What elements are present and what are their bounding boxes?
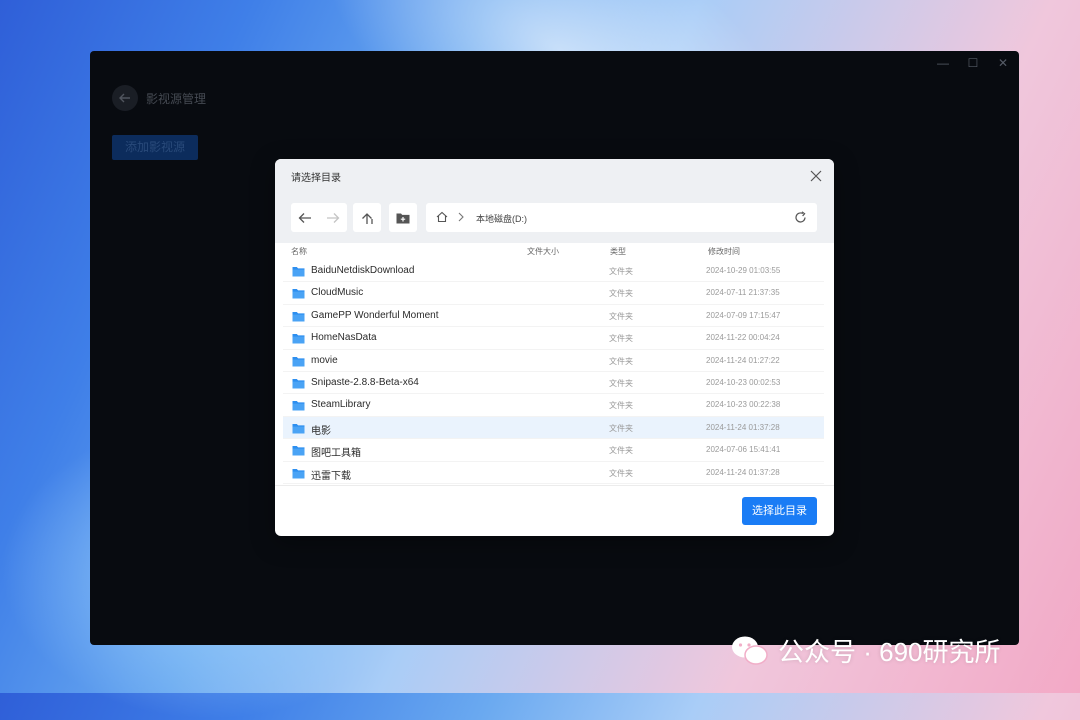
file-name: CloudMusic (311, 287, 364, 299)
file-name: HomeNasData (311, 332, 377, 344)
back-arrow-icon (119, 93, 130, 103)
table-row[interactable]: CloudMusic 文件夹 2024-07-11 21:37:35 (283, 282, 824, 305)
file-modified: 2024-11-24 01:27:22 (706, 355, 780, 365)
file-type: 文件夹 (609, 378, 633, 388)
table-row[interactable]: Snipaste-2.8.8-Beta-x64 文件夹 2024-10-23 00:… (283, 372, 824, 395)
home-icon[interactable] (436, 211, 448, 223)
file-type: 文件夹 (609, 311, 633, 321)
minimize-button[interactable]: — (937, 57, 949, 69)
file-modified: 2024-07-11 21:37:35 (706, 288, 780, 298)
select-directory-dialog: 请选择目录 本地磁盘(D:) 名称 文件大小 类型 修改时间 BaiduNetd… (275, 159, 834, 536)
table-row[interactable]: 电影 文件夹 2024-11-24 01:37:28 (283, 416, 824, 440)
path-bar[interactable]: 本地磁盘(D:) (426, 203, 817, 232)
table-row[interactable]: 迅雷下载 文件夹 2024-11-24 01:37:28 (283, 462, 824, 484)
folder-icon (292, 468, 305, 479)
folder-icon (292, 378, 305, 389)
table-row[interactable]: SteamLibrary 文件夹 2024-10-23 00:22:38 (283, 394, 824, 417)
file-name: BaiduNetdiskDownload (311, 265, 415, 276)
folder-icon (292, 334, 305, 344)
file-modified: 2024-11-22 00:04:24 (706, 333, 780, 343)
folder-icon (292, 311, 305, 322)
column-header-modified[interactable]: 修改时间 (708, 246, 740, 257)
folder-icon (292, 289, 305, 299)
folder-icon (292, 446, 305, 456)
forward-arrow-icon (327, 212, 340, 223)
file-type: 文件夹 (609, 468, 633, 478)
column-header-type[interactable]: 类型 (610, 246, 626, 257)
file-modified: 2024-07-06 15:41:41 (706, 445, 781, 455)
file-name: SteamLibrary (311, 399, 371, 411)
new-folder-icon (396, 213, 410, 223)
file-name: 迅雷下载 (311, 470, 351, 482)
file-type: 文件夹 (609, 423, 633, 433)
window-controls: — ☐ ✕ (937, 57, 1009, 69)
file-name: GamePP Wonderful Moment (311, 309, 439, 321)
file-modified: 2024-10-23 00:22:38 (706, 400, 781, 410)
up-level-icon (362, 212, 373, 224)
file-modified: 2024-11-24 01:37:28 (706, 467, 780, 477)
column-header-size[interactable]: 文件大小 (527, 246, 559, 257)
new-folder-button[interactable] (389, 203, 417, 232)
chevron-right-icon (458, 212, 464, 222)
close-icon[interactable] (808, 168, 824, 184)
file-modified: 2024-10-23 00:02:53 (706, 377, 781, 387)
watermark-text: 公众号 · 690研究所 (778, 637, 1001, 667)
back-button[interactable] (112, 85, 138, 111)
table-row[interactable]: GamePP Wonderful Moment 文件夹 2024-07-09 17:… (283, 305, 824, 328)
file-name: Snipaste-2.8.8-Beta-x64 (311, 376, 419, 388)
path-segment[interactable]: 本地磁盘(D:) (476, 212, 527, 225)
file-modified: 2024-10-29 01:03:55 (706, 266, 781, 275)
table-row[interactable]: HomeNasData 文件夹 2024-11-22 00:04:24 (283, 327, 824, 350)
file-type: 文件夹 (609, 267, 633, 276)
file-name: 电影 (311, 425, 331, 437)
maximize-button[interactable]: ☐ (967, 57, 979, 69)
file-modified: 2024-11-24 01:37:28 (706, 422, 780, 432)
table-row[interactable]: BaiduNetdiskDownload 文件夹 2024-10-29 01:03:… (283, 260, 824, 283)
table-row[interactable]: movie 文件夹 2024-11-24 01:27:22 (283, 350, 824, 372)
history-nav (291, 203, 347, 232)
back-arrow-icon (298, 212, 311, 223)
folder-icon (292, 267, 305, 277)
close-window-button[interactable]: ✕ (997, 57, 1009, 69)
table-row[interactable]: 图吧工具箱 文件夹 2024-07-06 15:41:41 (283, 439, 824, 462)
folder-icon (292, 401, 305, 411)
wechat-icon (732, 636, 768, 665)
refresh-icon[interactable] (794, 211, 807, 224)
file-type: 文件夹 (609, 289, 633, 299)
file-type: 文件夹 (609, 334, 633, 344)
file-type: 文件夹 (609, 401, 633, 411)
folder-icon (292, 356, 305, 367)
folder-icon (292, 423, 305, 434)
watermark: 公众号 · 690研究所 (730, 632, 1001, 669)
file-name: 图吧工具箱 (311, 448, 361, 460)
up-level-button[interactable] (353, 203, 381, 232)
file-list: BaiduNetdiskDownload 文件夹 2024-10-29 01:03:… (283, 260, 824, 484)
file-name: movie (311, 354, 338, 366)
add-source-button[interactable]: 添加影视源 (112, 135, 198, 160)
page-title: 影视源管理 (146, 92, 207, 106)
dialog-title: 请选择目录 (291, 173, 341, 184)
select-directory-button[interactable]: 选择此目录 (742, 497, 817, 525)
forward-nav-button[interactable] (319, 203, 347, 232)
back-nav-button[interactable] (291, 203, 319, 232)
column-header-name[interactable]: 名称 (291, 246, 307, 257)
file-modified: 2024-07-09 17:15:47 (706, 310, 781, 320)
file-type: 文件夹 (609, 446, 633, 456)
file-type: 文件夹 (609, 356, 633, 366)
